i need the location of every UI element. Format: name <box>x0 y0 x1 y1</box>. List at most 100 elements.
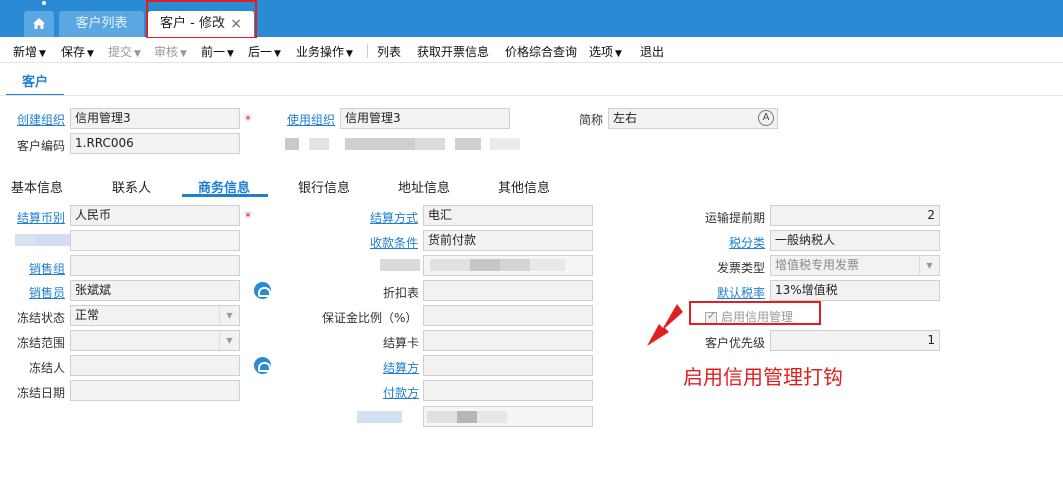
settle-currency-field[interactable]: 人民币 <box>70 205 240 226</box>
invoice-type-value: 增值税专用发票 <box>775 258 860 272</box>
deposit-ratio-field[interactable] <box>423 305 593 326</box>
transport-lead-field[interactable]: 2 <box>770 205 940 226</box>
audit-button-label: 审核 <box>154 45 179 59</box>
toolbar: 新增 ▼ 保存 ▼ 提交 ▼ 审核 ▼ 前一 ▼ 后一 ▼ 业务操作 ▼ 列表 获取开票信息 … <box>0 38 1063 63</box>
toolbar-divider <box>367 44 368 58</box>
tab-home[interactable] <box>24 11 54 37</box>
next-button[interactable]: 后一 ▼ <box>248 43 281 60</box>
credit-management-label: 启用信用管理 <box>721 310 794 324</box>
settle-card-label: 结算卡 <box>383 336 420 350</box>
chevron-down-icon: ▼ <box>39 49 46 59</box>
short-name-field[interactable]: 左右 A <box>608 108 778 129</box>
chevron-down-icon: ▼ <box>227 49 234 59</box>
tab-basic-info[interactable]: 基本信息 <box>11 177 63 196</box>
redacted-block <box>380 259 580 271</box>
business-ops-button[interactable]: 业务操作 ▼ <box>296 43 353 60</box>
new-button[interactable]: 新增 ▼ <box>13 43 46 60</box>
chevron-down-icon: ▼ <box>274 49 281 59</box>
settle-party-field[interactable] <box>423 355 593 376</box>
use-org-field[interactable]: 信用管理3 <box>340 108 510 129</box>
section-tab-customer[interactable]: 客户 <box>6 72 64 96</box>
payer-field[interactable] <box>423 380 593 401</box>
business-ops-label: 业务操作 <box>296 45 345 59</box>
home-icon <box>33 18 45 29</box>
freezer-field[interactable] <box>70 355 240 376</box>
credit-management-checkbox[interactable]: 启用信用管理 <box>705 308 793 325</box>
get-invoice-info-button[interactable]: 获取开票信息 <box>417 43 489 60</box>
freeze-date-field[interactable] <box>70 380 240 401</box>
redacted-block <box>285 138 520 150</box>
tab-customer-list[interactable]: 客户列表 <box>59 11 144 37</box>
customer-priority-field[interactable]: 1 <box>770 330 940 351</box>
create-org-label[interactable]: 创建组织 <box>17 111 65 128</box>
refresh-icon[interactable] <box>254 357 271 374</box>
close-icon[interactable]: × <box>230 11 242 37</box>
payer-label[interactable]: 付款方 <box>383 384 419 401</box>
settle-currency-label[interactable]: 结算币别 <box>17 209 65 226</box>
invoice-type-select[interactable]: 增值税专用发票 ▼ <box>770 255 940 276</box>
chevron-down-icon: ▼ <box>615 49 622 59</box>
freeze-scope-select[interactable]: ▼ <box>70 330 240 351</box>
annotation-arrow-icon <box>647 304 683 346</box>
payment-terms-label[interactable]: 收款条件 <box>370 234 418 251</box>
tab-customer-edit[interactable]: 客户 - 修改 × <box>148 11 254 37</box>
salesman-field[interactable]: 张斌斌 <box>70 280 240 301</box>
customer-code-field[interactable]: 1.RRC006 <box>70 133 240 154</box>
discount-table-field[interactable] <box>423 280 593 301</box>
active-tab-indicator <box>182 194 268 197</box>
short-name-label: 简称 <box>579 113 604 127</box>
options-button[interactable]: 选项 ▼ <box>589 43 622 60</box>
freeze-status-select[interactable]: 正常 ▼ <box>70 305 240 326</box>
new-button-label: 新增 <box>13 45 38 59</box>
tab-bar: 客户列表 客户 - 修改 × <box>0 0 1063 37</box>
redacted-field[interactable] <box>70 230 240 251</box>
options-button-label: 选项 <box>589 45 614 59</box>
prev-button[interactable]: 前一 ▼ <box>201 43 234 60</box>
save-button-label: 保存 <box>61 45 86 59</box>
discount-table-label: 折扣表 <box>383 286 420 300</box>
annotation-text: 启用信用管理打钩 <box>683 365 843 389</box>
checkbox-checked-icon <box>705 309 717 324</box>
settle-method-label[interactable]: 结算方式 <box>370 209 418 226</box>
chevron-down-icon: ▼ <box>219 331 239 350</box>
multilang-icon[interactable]: A <box>758 110 774 126</box>
deposit-ratio-label: 保证金比例（%） <box>322 311 418 325</box>
refresh-icon[interactable] <box>254 282 271 299</box>
save-button[interactable]: 保存 ▼ <box>61 43 94 60</box>
create-org-field[interactable]: 信用管理3 <box>70 108 240 129</box>
section-divider <box>0 95 1063 96</box>
chevron-down-icon: ▼ <box>346 49 353 59</box>
settle-card-field[interactable] <box>423 330 593 351</box>
short-name-value: 左右 <box>613 111 638 125</box>
tab-customer-edit-label: 客户 - 修改 <box>160 16 225 31</box>
default-tax-rate-label[interactable]: 默认税率 <box>717 284 765 301</box>
settle-party-label[interactable]: 结算方 <box>383 359 419 376</box>
indicator-dot <box>42 1 46 5</box>
salesman-label[interactable]: 销售员 <box>29 284 65 301</box>
tab-address-info[interactable]: 地址信息 <box>398 177 450 196</box>
settle-method-field[interactable]: 电汇 <box>423 205 593 226</box>
default-tax-rate-field[interactable]: 13%增值税 <box>770 280 940 301</box>
exit-button[interactable]: 退出 <box>640 43 664 60</box>
submit-button[interactable]: 提交 ▼ <box>108 43 141 60</box>
tax-class-field[interactable]: 一般纳税人 <box>770 230 940 251</box>
chevron-down-icon: ▼ <box>87 49 94 59</box>
tab-other-info[interactable]: 其他信息 <box>498 177 550 196</box>
list-button[interactable]: 列表 <box>377 43 401 60</box>
use-org-label[interactable]: 使用组织 <box>287 111 335 128</box>
sales-group-label[interactable]: 销售组 <box>29 260 65 277</box>
freeze-date-label: 冻结日期 <box>17 386 66 400</box>
audit-button[interactable]: 审核 ▼ <box>154 43 187 60</box>
invoice-type-label: 发票类型 <box>717 261 766 275</box>
redacted-block <box>357 411 507 423</box>
tab-contacts[interactable]: 联系人 <box>112 177 151 196</box>
tab-bank-info[interactable]: 银行信息 <box>298 177 350 196</box>
price-query-button[interactable]: 价格综合查询 <box>505 43 577 60</box>
sales-group-field[interactable] <box>70 255 240 276</box>
submit-button-label: 提交 <box>108 45 133 59</box>
freeze-status-value: 正常 <box>75 308 100 322</box>
tax-class-label[interactable]: 税分类 <box>729 234 765 251</box>
chevron-down-icon: ▼ <box>134 49 141 59</box>
chevron-down-icon: ▼ <box>919 256 939 275</box>
payment-terms-field[interactable]: 货前付款 <box>423 230 593 251</box>
